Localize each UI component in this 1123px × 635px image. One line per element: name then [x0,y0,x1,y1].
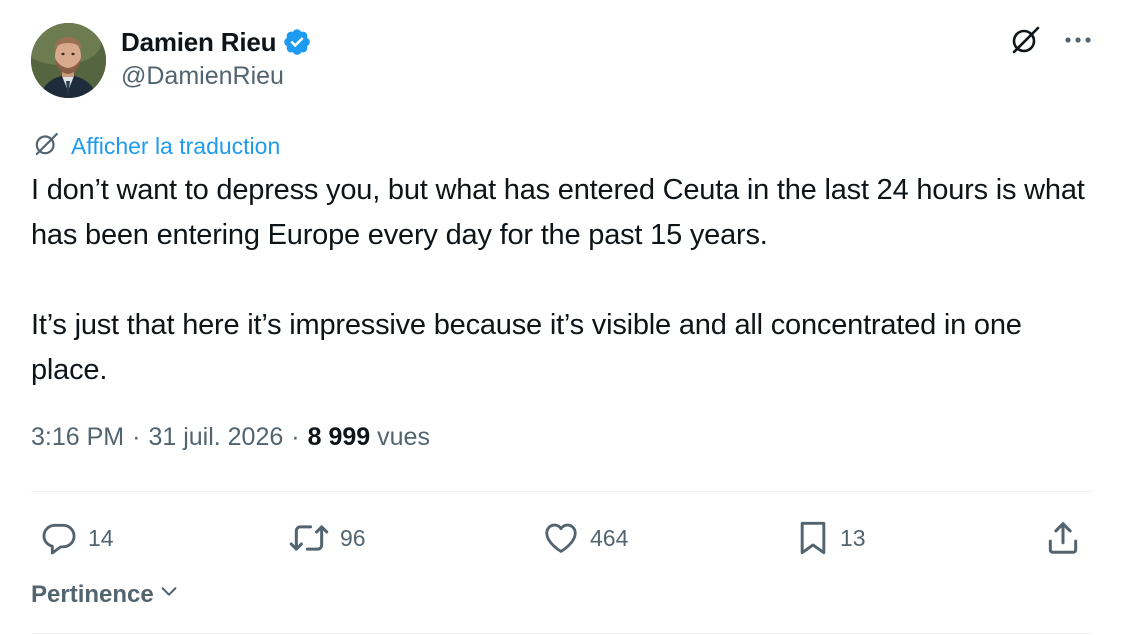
sort-label: Pertinence [31,580,154,608]
grok-icon[interactable] [1007,22,1043,58]
reply-button[interactable]: 14 [40,512,114,564]
tweet-paragraph: I don’t want to depress you, but what ha… [31,174,1085,251]
verified-badge-icon[interactable] [282,27,312,57]
reply-count: 14 [88,524,114,551]
tweet-paragraph: It’s just that here it’s impressive beca… [31,309,1022,386]
author-display-name[interactable]: Damien Rieu [121,27,276,58]
translate-row[interactable]: Afficher la traduction [31,129,280,163]
tweet-actions: 14 96 464 13 [0,512,1123,564]
chevron-down-icon [158,580,180,609]
like-count: 464 [590,524,629,551]
tweet-meta: 3:16 PM · 31 juil. 2026 · 8 999 vues [31,423,430,452]
tweet-detail: Damien Rieu @DamienRieu Afficher la trad… [0,0,1123,635]
meta-separator: · [291,423,300,451]
avatar[interactable] [31,23,106,98]
retweet-icon [288,519,330,557]
author-handle[interactable]: @DamienRieu [121,62,284,91]
bookmark-count: 13 [840,524,866,551]
sort-dropdown[interactable]: Pertinence [31,580,180,609]
author-name-row[interactable]: Damien Rieu [121,24,312,60]
reply-icon [40,519,78,557]
views-label: vues [377,423,430,451]
show-translation-link[interactable]: Afficher la traduction [71,133,280,160]
share-icon [1044,519,1082,557]
retweet-button[interactable]: 96 [288,512,366,564]
divider [31,633,1093,634]
tweet-time[interactable]: 3:16 PM [31,423,124,452]
more-options-icon[interactable] [1063,35,1093,45]
like-button[interactable]: 464 [542,512,628,564]
share-button[interactable] [1044,512,1082,564]
grok-translate-icon [31,129,61,164]
heart-icon [542,519,580,557]
bookmark-icon [796,519,830,557]
retweet-count: 96 [340,524,366,551]
header-actions [1007,22,1093,58]
bookmark-button[interactable]: 13 [796,512,866,564]
tweet-text: I don’t want to depress you, but what ha… [31,168,1096,393]
views-count: 8 999 [307,423,371,451]
avatar-image [31,23,106,98]
meta-separator: · [132,423,141,451]
divider [31,491,1093,492]
tweet-date[interactable]: 31 juil. 2026 [148,423,283,452]
